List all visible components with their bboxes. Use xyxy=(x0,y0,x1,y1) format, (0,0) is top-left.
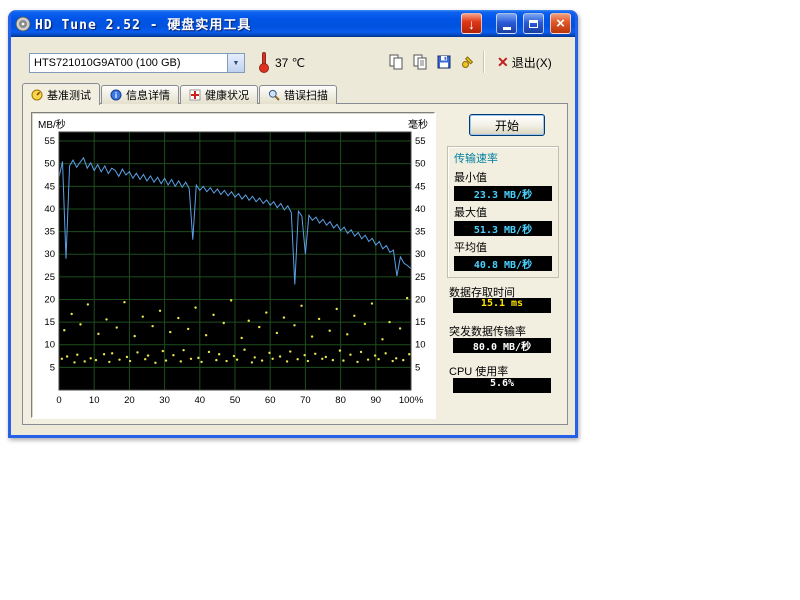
chart-box: MB/秒 毫秒 55101015152020252530303535404045… xyxy=(31,112,435,418)
exit-x-icon: ✕ xyxy=(497,55,509,69)
svg-text:0: 0 xyxy=(56,395,61,406)
burst-rate-value: 80.0 MB/秒 xyxy=(453,338,551,353)
svg-text:20: 20 xyxy=(415,294,426,305)
client-area: HTS721010G9AT00 (100 GB) ▼ 37 ℃ xyxy=(11,37,575,435)
titlebar[interactable]: HD Tune 2.52 - 硬盘实用工具 ↓ × xyxy=(11,10,575,37)
exit-label: 退出(X) xyxy=(512,54,552,71)
copy-text-button[interactable] xyxy=(409,51,431,73)
hdtune-window: HD Tune 2.52 - 硬盘实用工具 ↓ × HTS721010G9AT0… xyxy=(8,10,578,438)
download-button[interactable]: ↓ xyxy=(461,13,482,34)
copy-image-button[interactable] xyxy=(385,51,407,73)
copy-text-icon xyxy=(412,54,428,70)
svg-text:30: 30 xyxy=(415,249,426,260)
svg-text:35: 35 xyxy=(44,227,55,238)
svg-text:80: 80 xyxy=(335,395,346,406)
avg-label: 平均值 xyxy=(454,239,552,255)
avg-value: 40.8 MB/秒 xyxy=(454,256,552,271)
minimize-button[interactable] xyxy=(496,13,517,34)
tab-bar: 基准测试 i 信息详情 健康状况 xyxy=(22,83,338,104)
burst-rate-label: 突发数据传输率 xyxy=(449,323,526,339)
svg-text:100%: 100% xyxy=(399,395,424,406)
options-button[interactable] xyxy=(457,51,479,73)
benchmark-panel: MB/秒 毫秒 55101015152020252530303535404045… xyxy=(22,103,568,425)
options-icon xyxy=(460,54,476,70)
svg-text:20: 20 xyxy=(124,395,135,406)
svg-text:40: 40 xyxy=(195,395,206,406)
svg-text:90: 90 xyxy=(371,395,382,406)
svg-text:5: 5 xyxy=(50,362,55,373)
tab-benchmark[interactable]: 基准测试 xyxy=(22,83,100,105)
transfer-rate-group: 传输速率 最小值 23.3 MB/秒 最大值 51.3 MB/秒 平均值 40.… xyxy=(447,146,559,278)
svg-text:60: 60 xyxy=(265,395,276,406)
access-time-value: 15.1 ms xyxy=(453,298,551,313)
svg-text:50: 50 xyxy=(230,395,241,406)
min-label: 最小值 xyxy=(454,169,552,185)
svg-text:50: 50 xyxy=(415,159,426,170)
svg-text:40: 40 xyxy=(415,204,426,215)
health-icon xyxy=(189,89,201,101)
tab-error-scan[interactable]: 错误扫描 xyxy=(259,85,337,104)
drive-select-value: HTS721010G9AT00 (100 GB) xyxy=(30,57,227,69)
minimize-icon xyxy=(503,27,511,30)
max-label: 最大值 xyxy=(454,204,552,220)
close-button[interactable]: × xyxy=(550,13,571,34)
chevron-down-icon[interactable]: ▼ xyxy=(227,54,244,72)
svg-text:10: 10 xyxy=(415,340,426,351)
cpu-usage-value: 5.6% xyxy=(453,378,551,393)
svg-text:50: 50 xyxy=(44,159,55,170)
maximize-button[interactable] xyxy=(523,13,544,34)
svg-text:10: 10 xyxy=(89,395,100,406)
benchmark-icon xyxy=(31,89,43,101)
svg-text:35: 35 xyxy=(415,227,426,238)
svg-text:70: 70 xyxy=(300,395,311,406)
svg-text:25: 25 xyxy=(44,272,55,283)
scan-magnifier-icon xyxy=(268,89,280,101)
svg-text:20: 20 xyxy=(44,294,55,305)
app-icon xyxy=(15,16,31,32)
temperature-value: 37 ℃ xyxy=(275,56,305,70)
svg-text:i: i xyxy=(115,91,117,100)
svg-text:5: 5 xyxy=(415,362,420,373)
svg-text:30: 30 xyxy=(44,249,55,260)
cpu-usage-label: CPU 使用率 xyxy=(449,363,508,379)
svg-text:10: 10 xyxy=(44,340,55,351)
svg-text:40: 40 xyxy=(44,204,55,215)
tab-health[interactable]: 健康状况 xyxy=(180,85,258,104)
svg-text:45: 45 xyxy=(415,181,426,192)
benchmark-chart: 5510101515202025253030353540404545505055… xyxy=(32,128,436,418)
svg-text:15: 15 xyxy=(44,317,55,328)
svg-text:55: 55 xyxy=(415,136,426,147)
svg-text:55: 55 xyxy=(44,136,55,147)
min-value: 23.3 MB/秒 xyxy=(454,186,552,201)
start-button[interactable]: 开始 xyxy=(469,114,545,136)
drive-select[interactable]: HTS721010G9AT00 (100 GB) ▼ xyxy=(29,53,245,73)
exit-button[interactable]: ✕ 退出(X) xyxy=(490,51,559,73)
save-button[interactable] xyxy=(433,51,455,73)
info-icon: i xyxy=(110,89,122,101)
transfer-rate-title: 传输速率 xyxy=(454,150,552,166)
svg-text:15: 15 xyxy=(415,317,426,328)
results-panel: 开始 传输速率 最小值 23.3 MB/秒 最大值 51.3 MB/秒 平均值 … xyxy=(443,104,567,424)
thermometer-icon xyxy=(259,52,270,73)
maximize-icon xyxy=(529,20,538,28)
copy-image-icon xyxy=(388,54,404,70)
toolbar-separator xyxy=(483,51,485,73)
window-title: HD Tune 2.52 - 硬盘实用工具 xyxy=(35,14,455,33)
max-value: 51.3 MB/秒 xyxy=(454,221,552,236)
svg-text:30: 30 xyxy=(159,395,170,406)
tab-info[interactable]: i 信息详情 xyxy=(101,85,179,104)
svg-text:25: 25 xyxy=(415,272,426,283)
svg-text:45: 45 xyxy=(44,181,55,192)
save-icon xyxy=(436,54,452,70)
